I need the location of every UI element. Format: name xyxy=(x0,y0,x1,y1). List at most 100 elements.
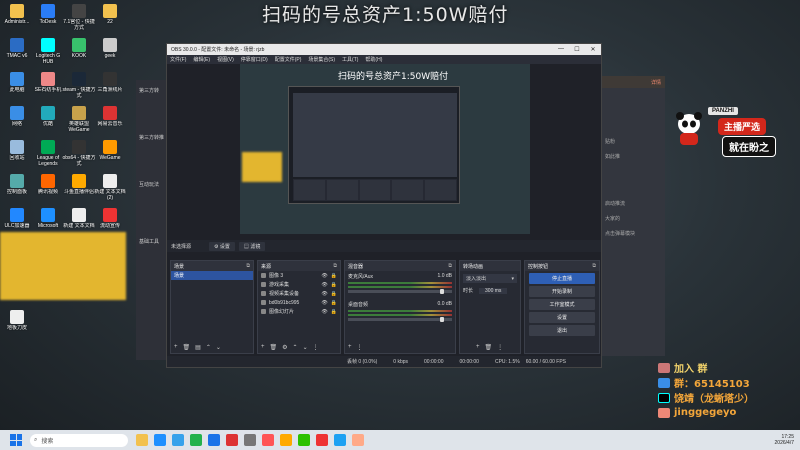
menu-item[interactable]: 工具(T) xyxy=(342,56,358,63)
taskbar-app-icon[interactable] xyxy=(136,434,148,446)
taskbar-app-icon[interactable] xyxy=(334,434,346,446)
eye-icon[interactable]: 👁 xyxy=(321,300,327,306)
settings-button[interactable]: 设置 xyxy=(529,312,595,323)
taskbar-app-icon[interactable] xyxy=(280,434,292,446)
dock-undock-icon[interactable]: ⧉ xyxy=(246,263,250,269)
add-icon[interactable]: + xyxy=(348,344,352,351)
desktop-icon[interactable]: KOOK xyxy=(62,36,96,69)
details-link[interactable]: 详情 xyxy=(651,79,661,86)
desktop-icon[interactable]: 此电脑 xyxy=(0,70,34,103)
up-arrow-icon[interactable]: ⌃ xyxy=(293,344,298,351)
taskbar-app-icon[interactable] xyxy=(316,434,328,446)
eye-icon[interactable]: 👁 xyxy=(321,273,327,279)
down-arrow-icon[interactable]: ⌄ xyxy=(216,344,221,351)
gear-icon[interactable]: ⚙ xyxy=(282,344,287,351)
add-icon[interactable]: + xyxy=(476,344,480,351)
scene-item[interactable]: 场景 xyxy=(171,271,253,280)
dock-undock-icon[interactable]: ⧉ xyxy=(333,263,337,269)
desktop-icon[interactable]: 英雄联盟WeGame xyxy=(62,104,96,137)
desktop-icon[interactable]: ToDesk xyxy=(31,2,65,35)
left-item-1[interactable]: 第三方转推 xyxy=(139,134,165,141)
stop-streaming-button[interactable]: 停止直播 xyxy=(529,273,595,284)
desktop-icon[interactable]: steam - 快捷方式 xyxy=(62,70,96,103)
desktop-icon[interactable]: Administr... xyxy=(0,2,34,35)
up-arrow-icon[interactable]: ⌃ xyxy=(206,344,211,351)
desktop-icon[interactable]: obs64 - 快捷方式 xyxy=(62,138,96,171)
trash-icon[interactable]: 🗑 xyxy=(183,344,191,351)
taskbar-app-icon[interactable] xyxy=(208,434,220,446)
taskbar-app-icon[interactable] xyxy=(172,434,184,446)
more-icon[interactable]: ⋮ xyxy=(313,344,319,351)
properties-button[interactable]: ⚙ 设置 xyxy=(209,241,235,251)
right-item-0[interactable]: 贴粉 xyxy=(605,138,661,145)
filter-icon[interactable]: ▤ xyxy=(195,344,201,351)
more-icon[interactable]: ⋮ xyxy=(357,344,363,351)
menu-item[interactable]: 视图(V) xyxy=(217,56,234,63)
studio-mode-button[interactable]: 工作室模式 xyxy=(529,299,595,310)
taskbar-app-icon[interactable] xyxy=(190,434,202,446)
exit-button[interactable]: 退出 xyxy=(529,325,595,336)
add-icon[interactable]: + xyxy=(174,344,178,351)
desktop-icon[interactable]: 地板刀皮 xyxy=(0,308,34,341)
desktop-icon[interactable]: 网络 xyxy=(0,104,34,137)
desktop-icon[interactable]: 7.1宫位 - 快捷方式 xyxy=(62,2,96,35)
taskbar-search[interactable]: ⌕ 搜索 xyxy=(30,433,128,447)
volume-slider[interactable] xyxy=(348,289,452,294)
desktop-icon[interactable]: League of Legends xyxy=(31,138,65,171)
down-arrow-icon[interactable]: ⌄ xyxy=(303,344,308,351)
add-icon[interactable]: + xyxy=(261,344,265,351)
menu-item[interactable]: 编辑(E) xyxy=(193,56,210,63)
desktop-icon[interactable]: 网易云音乐 xyxy=(93,104,127,137)
desktop-icon[interactable]: WeGame xyxy=(93,138,127,171)
right-item-7[interactable]: 点击弹幕模块 xyxy=(605,230,661,237)
desktop-icon[interactable]: 优酷 xyxy=(31,104,65,137)
system-tray-clock[interactable]: 17:25 2026/4/7 xyxy=(775,434,794,446)
menu-item[interactable]: 停靠窗口(D) xyxy=(241,56,268,63)
desktop-icon[interactable]: TMAC v6 xyxy=(0,36,34,69)
taskbar-app-icon[interactable] xyxy=(298,434,310,446)
minimize-icon[interactable]: — xyxy=(553,46,569,53)
menu-item[interactable]: 场景集合(S) xyxy=(308,56,335,63)
taskbar-app-icon[interactable] xyxy=(352,434,364,446)
desktop-icon[interactable]: geek xyxy=(93,36,127,69)
source-item[interactable]: 视频采集设备 👁 🔒 xyxy=(258,289,340,298)
left-item-3[interactable]: 基础工具 xyxy=(139,238,165,245)
source-item[interactable]: 图像幻灯片 👁 🔒 xyxy=(258,307,340,316)
right-item-4[interactable]: 启动推流 xyxy=(605,200,661,207)
dock-undock-icon[interactable]: ⧉ xyxy=(592,263,596,269)
start-button[interactable] xyxy=(10,434,22,446)
taskbar-app-icon[interactable] xyxy=(244,434,256,446)
filters-button[interactable]: ▤ 滤镜 xyxy=(238,241,266,251)
lock-icon[interactable]: 🔒 xyxy=(331,282,337,288)
source-item[interactable]: 图像 3 👁 🔒 xyxy=(258,271,340,280)
lock-icon[interactable]: 🔒 xyxy=(331,300,337,306)
desktop-icon[interactable]: 回收站 xyxy=(0,138,34,171)
taskbar-app-icon[interactable] xyxy=(262,434,274,446)
duration-input[interactable]: 300 ms xyxy=(479,287,508,294)
eye-icon[interactable]: 👁 xyxy=(321,282,327,288)
menu-item[interactable]: 配置文件(P) xyxy=(275,56,302,63)
lock-icon[interactable]: 🔒 xyxy=(331,273,337,279)
desktop-icon[interactable]: 控制面板 xyxy=(0,172,34,205)
desktop-icon[interactable]: Logitech G HUB xyxy=(31,36,65,69)
menu-item[interactable]: 文件(F) xyxy=(170,56,186,63)
eye-icon[interactable]: 👁 xyxy=(321,291,327,297)
left-item-0[interactable]: 第三方转 xyxy=(139,87,165,94)
volume-slider[interactable] xyxy=(348,317,452,322)
lock-icon[interactable]: 🔒 xyxy=(331,291,337,297)
source-item[interactable]: 游戏采集 👁 🔒 xyxy=(258,280,340,289)
taskbar-app-icon[interactable] xyxy=(226,434,238,446)
taskbar-app-icon[interactable] xyxy=(154,434,166,446)
desktop-icon[interactable]: 三角洲线片 xyxy=(93,70,127,103)
trash-icon[interactable]: 🗑 xyxy=(485,344,493,351)
maximize-icon[interactable]: ☐ xyxy=(569,46,585,53)
left-item-2[interactable]: 互动玩法 xyxy=(139,181,165,188)
obs-preview[interactable]: 扫码的号总资产1:50W赔付 xyxy=(240,64,530,234)
start-recording-button[interactable]: 开始录制 xyxy=(529,286,595,297)
lock-icon[interactable]: 🔒 xyxy=(331,309,337,315)
desktop-icon[interactable]: SE石纺手机 xyxy=(31,70,65,103)
desktop-icon[interactable]: 斗鱼直播伴侣 xyxy=(62,172,96,205)
close-icon[interactable]: ✕ xyxy=(585,46,601,53)
desktop-icon[interactable]: 22 xyxy=(93,2,127,35)
obs-titlebar[interactable]: OBS 30.0.0 - 配置文件: 未命名 - 场景: rjzb — ☐ ✕ xyxy=(167,44,601,55)
